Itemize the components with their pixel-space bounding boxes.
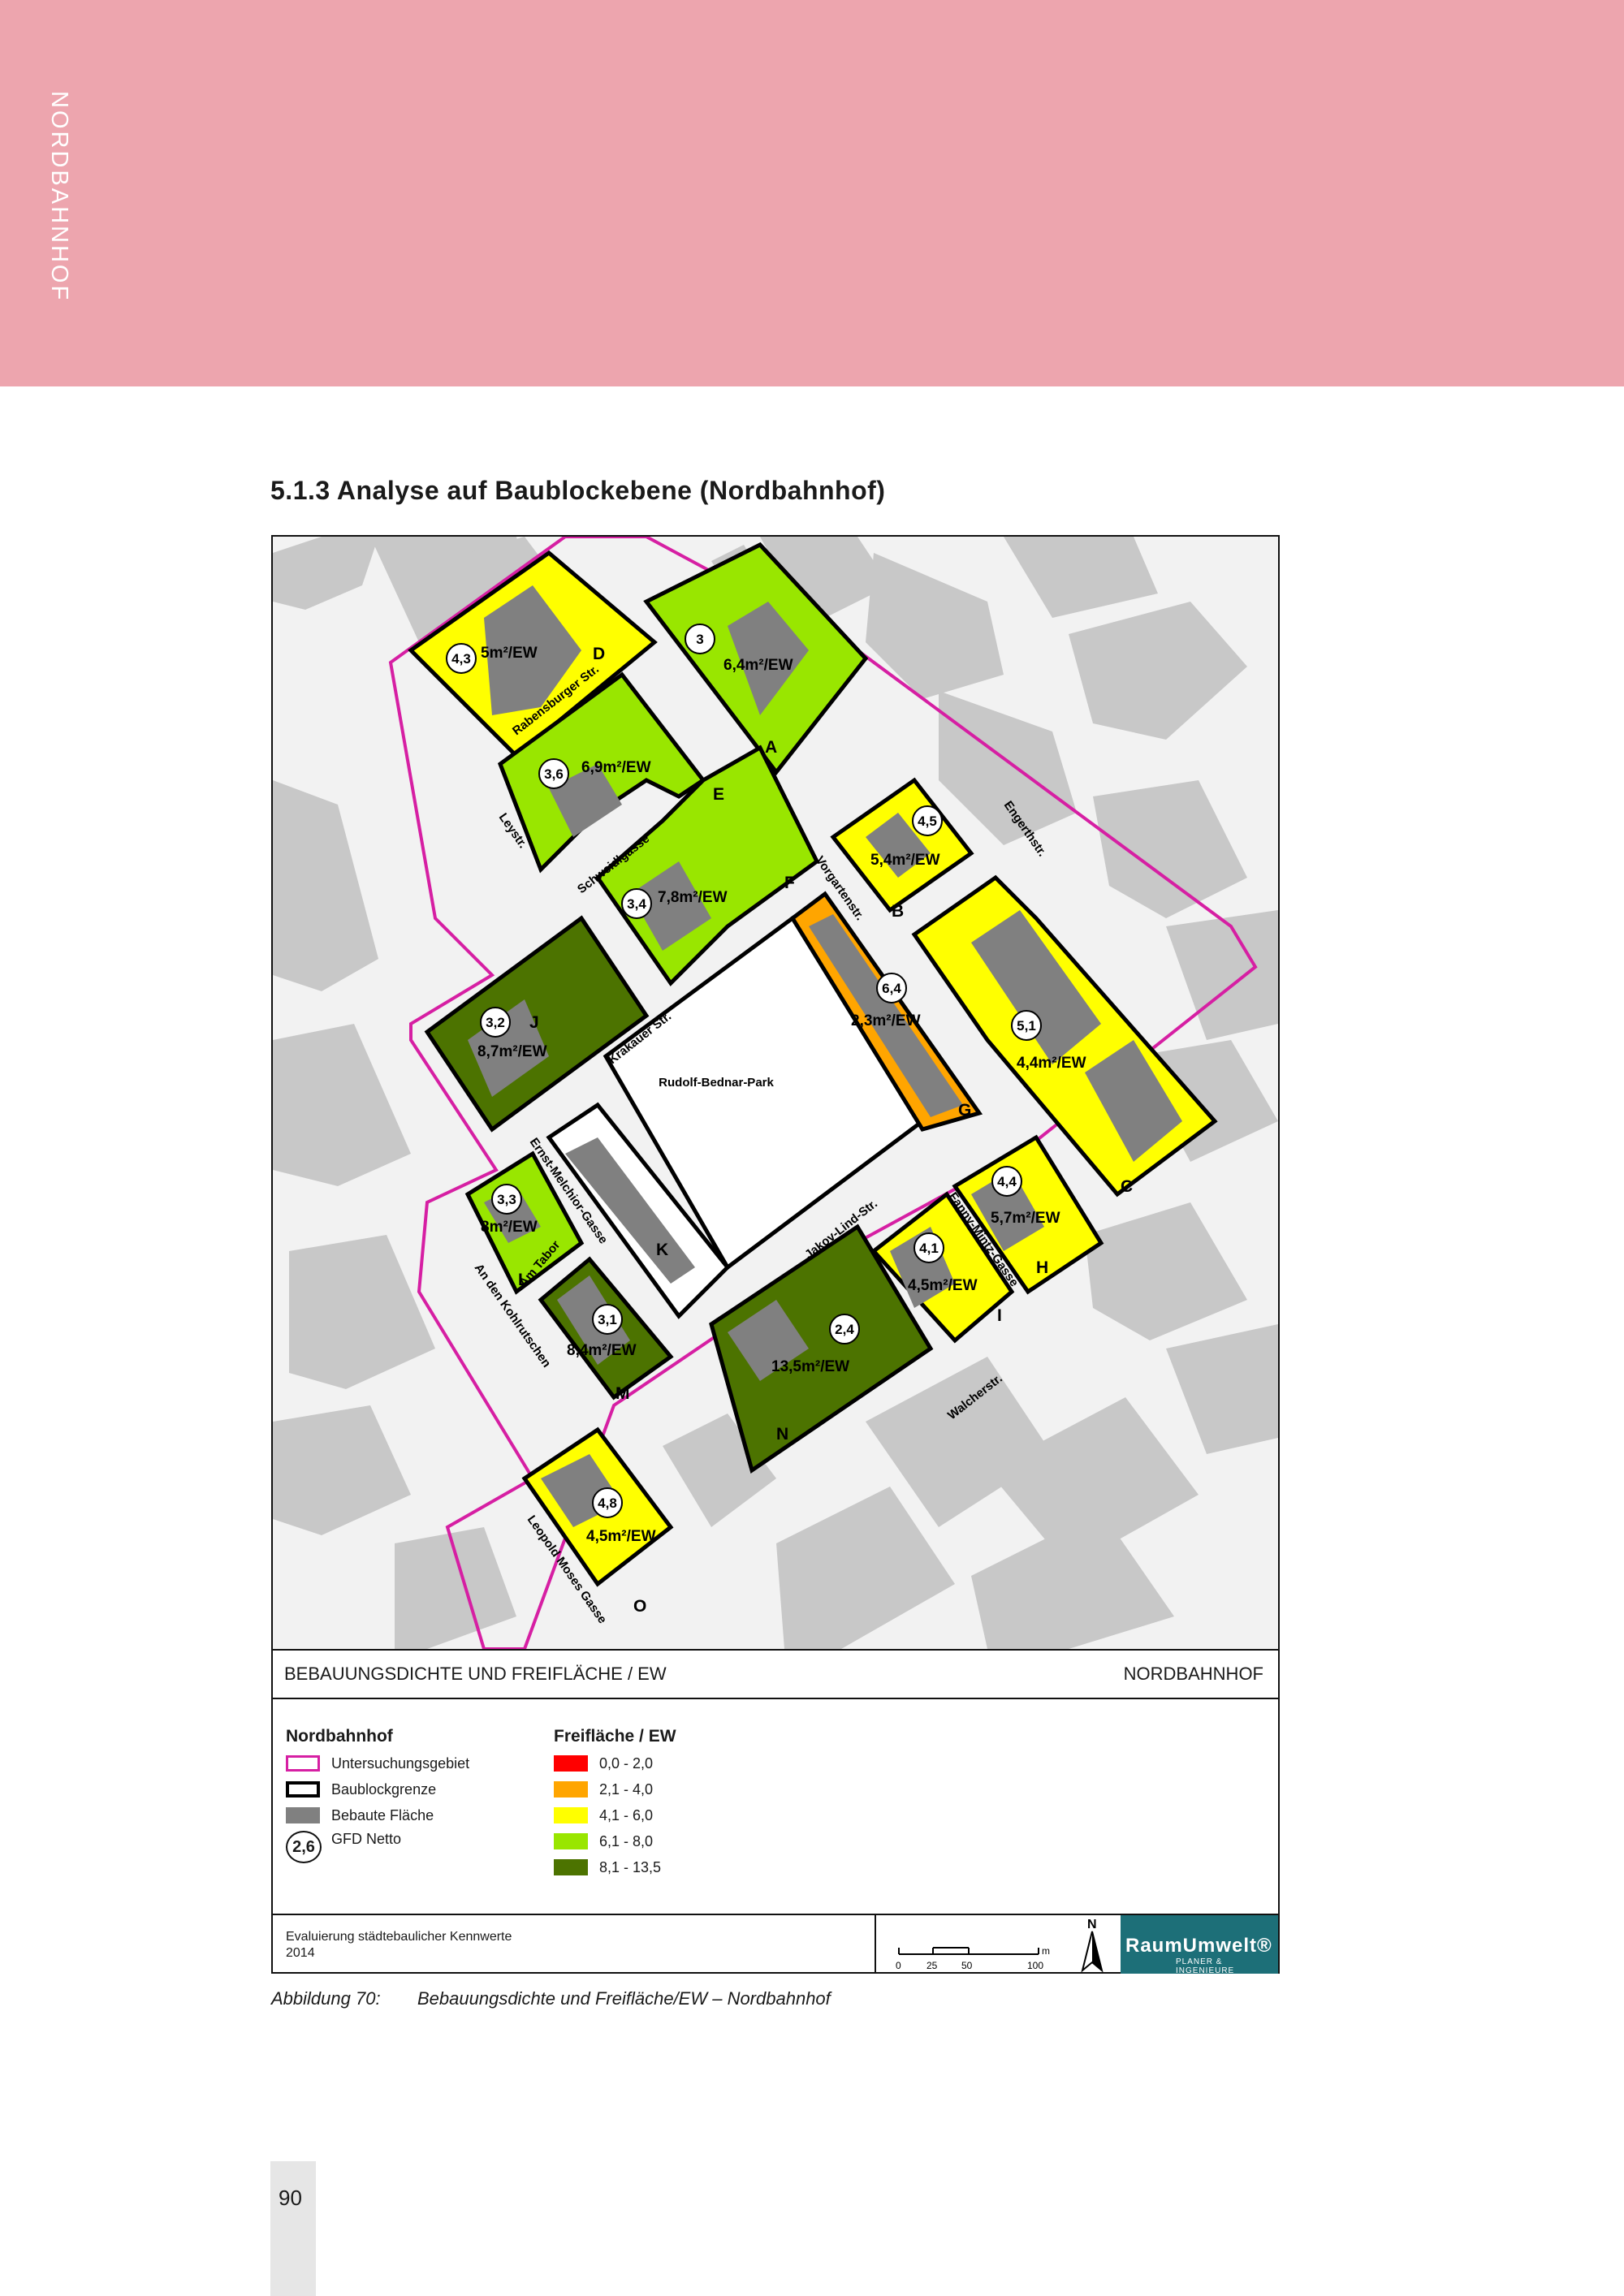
gfd-value-C: 5,1 bbox=[1017, 1018, 1036, 1034]
map-title: BEBAUUNGSDICHTE UND FREIFLÄCHE / EW bbox=[284, 1664, 667, 1684]
gfd-value-G: 6,4 bbox=[882, 981, 901, 996]
block-label-F: F bbox=[784, 874, 795, 892]
block-label-I: I bbox=[997, 1306, 1002, 1325]
freiflaeche-value-A: 6,4m²/EW bbox=[723, 657, 793, 674]
side-title: NORDBAHNHOF bbox=[46, 91, 72, 303]
freiflaeche-value-I: 4,5m²/EW bbox=[908, 1277, 978, 1294]
block-label-M: M bbox=[615, 1384, 630, 1403]
legend-swatch-lightgreen bbox=[554, 1833, 588, 1849]
legend-swatch-orange bbox=[554, 1781, 588, 1798]
legend-group-title-freiflaeche: Freifläche / EW bbox=[554, 1727, 676, 1746]
block-label-L: L bbox=[518, 1271, 529, 1289]
freiflaeche-value-F: 7,8m²/EW bbox=[658, 889, 728, 906]
legend-item-class-0-2: 0,0 - 2,0 bbox=[554, 1753, 653, 1774]
page-number: 90 bbox=[279, 2186, 302, 2210]
legend-item-baublockgrenze: Baublockgrenze bbox=[286, 1779, 436, 1800]
gfd-value-D: 4,3 bbox=[451, 651, 471, 667]
raumumwelt-logo: RaumUmwelt® PLANER & INGENIEURE bbox=[1121, 1915, 1278, 1975]
section-heading: 5.1.3 Analyse auf Baublockebene (Nordbah… bbox=[270, 476, 886, 505]
map-title-right: NORDBAHNHOF bbox=[1123, 1664, 1263, 1684]
map-figure: Rabensburger Str. Leystr. Schweidlgasse … bbox=[271, 535, 1280, 1975]
legend-item-class-2-4: 2,1 - 4,0 bbox=[554, 1779, 653, 1800]
gfd-value-O: 4,8 bbox=[598, 1495, 617, 1511]
block-label-B: B bbox=[892, 902, 904, 921]
gfd-value-B: 4,5 bbox=[918, 814, 937, 829]
gfd-value-I: 4,1 bbox=[919, 1241, 939, 1256]
map-title-row: BEBAUUNGSDICHTE UND FREIFLÄCHE / EW NORD… bbox=[273, 1649, 1278, 1699]
legend-item-gfd-netto: 2,6 GFD Netto bbox=[286, 1831, 401, 1863]
block-label-A: A bbox=[765, 738, 777, 757]
scale-tick-25: 25 bbox=[926, 1960, 938, 1971]
park-label: Rudolf-Bednar-Park bbox=[659, 1076, 774, 1090]
gfd-value-A: 3 bbox=[696, 632, 703, 647]
header-band bbox=[0, 0, 1624, 386]
footer-project: Evaluierung städtebaulicher Kennwerte bbox=[286, 1930, 512, 1944]
block-label-H: H bbox=[1036, 1258, 1048, 1277]
legend-item-untersuchungsgebiet: Untersuchungsgebiet bbox=[286, 1753, 469, 1774]
freiflaeche-value-G: 2,3m²/EW bbox=[851, 1012, 921, 1029]
freiflaeche-value-B: 5,4m²/EW bbox=[870, 852, 940, 869]
gfd-value-F: 3,4 bbox=[627, 896, 646, 912]
legend-group-title-nordbahnhof: Nordbahnhof bbox=[286, 1727, 393, 1746]
block-label-D: D bbox=[593, 645, 605, 663]
gfd-value-J: 3,2 bbox=[486, 1015, 505, 1030]
north-label: N bbox=[1087, 1918, 1097, 1931]
legend-swatch-yellow bbox=[554, 1807, 588, 1823]
legend-swatch-red bbox=[554, 1755, 588, 1772]
block-label-N: N bbox=[776, 1425, 788, 1444]
gfd-value-H: 4,4 bbox=[997, 1174, 1017, 1189]
freiflaeche-value-E: 6,9m²/EW bbox=[581, 759, 651, 776]
block-label-G: G bbox=[958, 1101, 971, 1120]
scale-tick-50: 50 bbox=[961, 1960, 973, 1971]
legend-item-class-4-6: 4,1 - 6,0 bbox=[554, 1805, 653, 1826]
freiflaeche-value-J: 8,7m²/EW bbox=[477, 1043, 547, 1060]
legend-swatch-boundary bbox=[286, 1755, 320, 1772]
block-label-C: C bbox=[1121, 1177, 1133, 1196]
scale-and-north: 0 25 50 100 m N bbox=[875, 1915, 1118, 1974]
block-label-E: E bbox=[713, 785, 724, 804]
block-label-J: J bbox=[529, 1013, 539, 1032]
legend-swatch-built bbox=[286, 1807, 320, 1823]
freiflaeche-value-D: 5m²/EW bbox=[481, 645, 538, 662]
scale-unit: m bbox=[1042, 1945, 1050, 1957]
freiflaeche-value-N: 13,5m²/EW bbox=[771, 1358, 849, 1375]
footer-year: 2014 bbox=[286, 1946, 315, 1960]
freiflaeche-value-C: 4,4m²/EW bbox=[1017, 1055, 1086, 1072]
figure-caption: Abbildung 70: Bebauungsdichte und Freiflä… bbox=[271, 1988, 831, 2009]
gfd-value-M: 3,1 bbox=[598, 1312, 617, 1327]
page-number-tab: 90 bbox=[270, 2161, 316, 2296]
north-arrow-icon: N bbox=[1081, 1918, 1104, 1973]
scale-tick-100: 100 bbox=[1027, 1960, 1043, 1971]
legend-item-class-8-13: 8,1 - 13,5 bbox=[554, 1857, 661, 1878]
freiflaeche-value-M: 8,4m²/EW bbox=[567, 1342, 637, 1359]
freiflaeche-value-L: 8m²/EW bbox=[481, 1219, 538, 1236]
block-label-O: O bbox=[633, 1597, 646, 1616]
scale-tick-0: 0 bbox=[896, 1960, 901, 1971]
gfd-value-L: 3,3 bbox=[497, 1192, 516, 1207]
block-label-K: K bbox=[656, 1241, 668, 1259]
caption-label: Abbildung 70: bbox=[271, 1988, 381, 2009]
map-canvas: Rabensburger Str. Leystr. Schweidlgasse … bbox=[273, 537, 1278, 1649]
gfd-value-E: 3,6 bbox=[544, 766, 564, 782]
freiflaeche-value-O: 4,5m²/EW bbox=[586, 1528, 656, 1545]
legend: Nordbahnhof Untersuchungsgebiet Baublock… bbox=[273, 1699, 1278, 1915]
map-area: Rabensburger Str. Leystr. Schweidlgasse … bbox=[273, 537, 1278, 1651]
legend-gfd-circle: 2,6 bbox=[286, 1831, 322, 1863]
legend-item-class-6-8: 6,1 - 8,0 bbox=[554, 1831, 653, 1852]
map-footer: Evaluierung städtebaulicher Kennwerte 20… bbox=[273, 1915, 1278, 1975]
scale-bar: 0 25 50 100 m bbox=[896, 1945, 1050, 1971]
freiflaeche-value-H: 5,7m²/EW bbox=[991, 1210, 1060, 1227]
gfd-value-N: 2,4 bbox=[835, 1322, 854, 1337]
legend-swatch-block-border bbox=[286, 1781, 320, 1798]
caption-text: Bebauungsdichte und Freifläche/EW – Nord… bbox=[417, 1988, 831, 2009]
legend-item-bebaute-flaeche: Bebaute Fläche bbox=[286, 1805, 434, 1826]
legend-swatch-darkgreen bbox=[554, 1859, 588, 1875]
